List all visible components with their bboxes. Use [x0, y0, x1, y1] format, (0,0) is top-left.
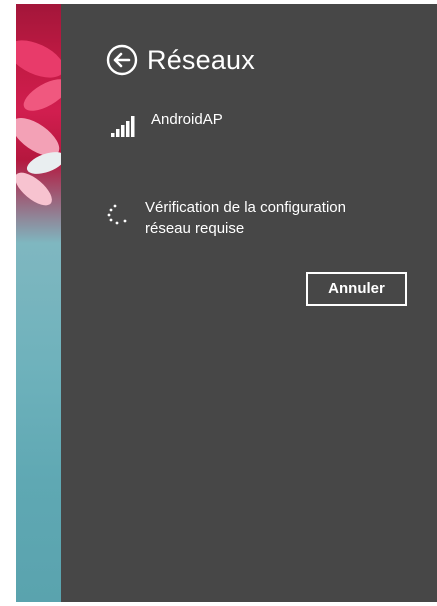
network-charm-panel: Réseaux AndroidAP Vérification de la con…	[61, 4, 437, 602]
loading-spinner-icon	[107, 204, 127, 225]
wifi-signal-bars-icon	[111, 116, 135, 137]
screen: Réseaux AndroidAP Vérification de la con…	[0, 0, 437, 606]
cancel-button[interactable]: Annuler	[306, 272, 407, 306]
network-item[interactable]: AndroidAP	[111, 111, 223, 137]
panel-header: Réseaux	[106, 44, 255, 76]
back-arrow-circle-icon[interactable]	[106, 44, 138, 76]
network-name: AndroidAP	[151, 111, 223, 128]
desktop-wallpaper	[16, 4, 61, 602]
connection-status: Vérification de la configuration réseau …	[105, 197, 395, 239]
status-message: Vérification de la configuration réseau …	[145, 199, 346, 237]
page-title: Réseaux	[147, 44, 255, 75]
